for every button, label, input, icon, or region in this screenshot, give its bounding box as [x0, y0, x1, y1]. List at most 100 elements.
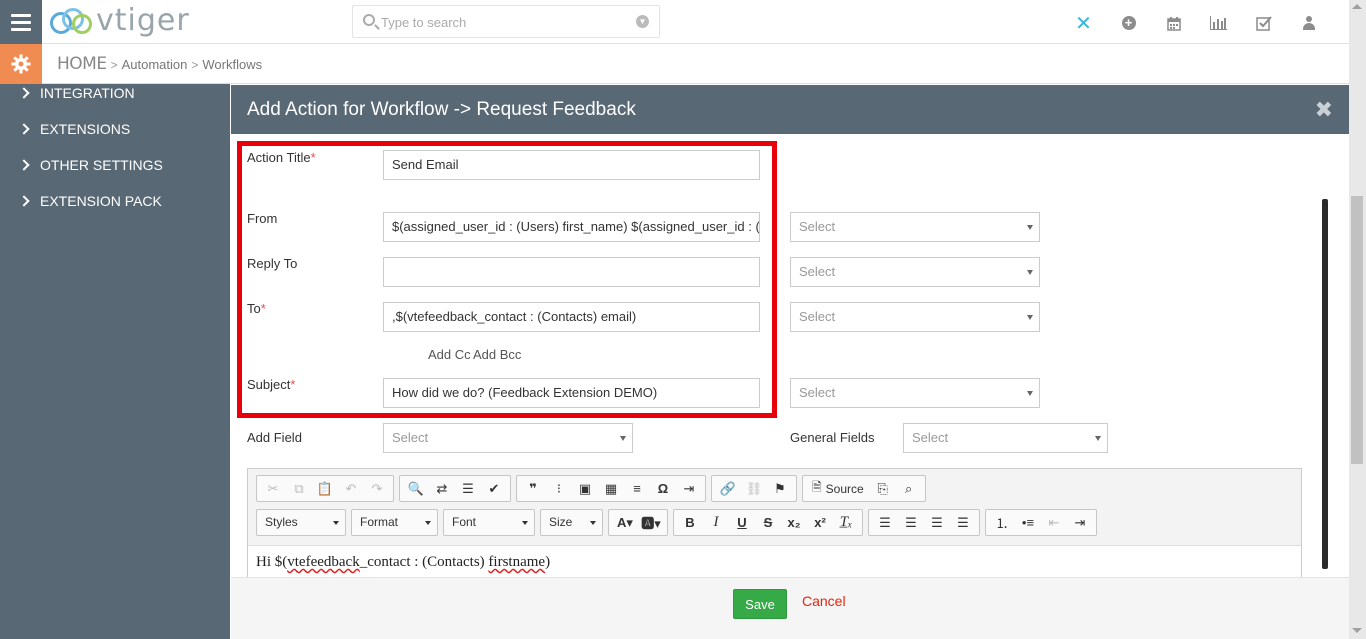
from-label: From — [247, 211, 278, 226]
settings-sidebar: INTEGRATION EXTENSIONS OTHER SETTINGS EX… — [0, 84, 230, 639]
source-button[interactable]: 🗎 Source — [806, 478, 870, 500]
preview-icon[interactable]: ⌕ — [896, 478, 922, 500]
to-input[interactable]: ,$(vtefeedback_contact : (Contacts) emai… — [383, 302, 760, 332]
breadcrumb-automation[interactable]: Automation — [122, 57, 188, 72]
reply-to-field-select[interactable]: Select — [790, 257, 1040, 287]
sidebar-item-extensions[interactable]: EXTENSIONS — [18, 119, 130, 139]
bold-icon[interactable]: B — [677, 512, 703, 534]
strike-icon[interactable]: S — [755, 512, 781, 534]
scroll-down-arrow-icon[interactable] — [1352, 628, 1362, 633]
caret-down-icon — [425, 521, 431, 525]
save-button[interactable]: Save — [733, 589, 787, 619]
link-group: 🔗 ⛓ ⚑ — [711, 475, 797, 502]
tasks-icon[interactable] — [1241, 11, 1286, 35]
background-color-icon[interactable]: 🅰▾ — [638, 512, 664, 534]
vtiger-x-icon[interactable]: ✕ — [1061, 11, 1106, 35]
scroll-up-arrow-icon[interactable] — [1352, 4, 1362, 9]
reports-icon[interactable] — [1196, 11, 1241, 35]
link-icon[interactable]: 🔗 — [715, 478, 741, 500]
editing-group: 🔍 ⇄ ☰ ✔ — [399, 475, 511, 502]
table-icon[interactable]: ▦ — [598, 478, 624, 500]
size-combo[interactable]: Size — [540, 509, 603, 536]
align-left-icon[interactable]: ☰ — [872, 512, 898, 534]
logo-icon — [48, 6, 94, 38]
undo-icon[interactable]: ↶ — [338, 478, 364, 500]
reply-to-input[interactable] — [383, 257, 760, 287]
cancel-link[interactable]: Cancel — [802, 593, 846, 609]
reply-to-label: Reply To — [247, 256, 298, 271]
add-cc-link[interactable]: Add Cc — [428, 347, 471, 362]
spellcheck-icon[interactable]: ✔ — [481, 478, 507, 500]
sidebar-item-extension-pack[interactable]: EXTENSION PACK — [18, 191, 162, 211]
align-right-icon[interactable]: ☰ — [924, 512, 950, 534]
remove-format-icon[interactable]: T̲ₓ — [833, 512, 859, 534]
general-fields-select[interactable]: Select — [903, 423, 1108, 453]
select-all-icon[interactable]: ☰ — [455, 478, 481, 500]
page-scrollbar-thumb[interactable] — [1351, 196, 1363, 464]
templates-icon[interactable]: ⎘ — [870, 478, 896, 500]
editor-toolbar-row-1: ✂ ⧉ 📋 ↶ ↷ 🔍 ⇄ ☰ ✔ ❞ ⁝ ▣ ▦ ≡ Ω ⇥ 🔗 ⛓ ⚑ 🗎 … — [256, 475, 926, 502]
anchor-flag-icon[interactable]: ⚑ — [767, 478, 793, 500]
subscript-icon[interactable]: x₂ — [781, 512, 807, 534]
from-field-select[interactable]: Select — [790, 212, 1040, 242]
menu-icon[interactable] — [0, 0, 42, 44]
clipboard-group: ✂ ⧉ 📋 ↶ ↷ — [256, 475, 394, 502]
horizontal-rule-icon[interactable]: ≡ — [624, 478, 650, 500]
creatediv-icon[interactable]: ⁝ — [546, 478, 572, 500]
page-break-icon[interactable]: ⇥ — [676, 478, 702, 500]
sidebar-item-other-settings[interactable]: OTHER SETTINGS — [18, 155, 163, 175]
user-icon[interactable] — [1286, 11, 1331, 35]
from-input[interactable]: $(assigned_user_id : (Users) first_name)… — [383, 212, 760, 242]
add-action-modal: Add Action for Workflow -> Request Feedb… — [231, 85, 1349, 639]
caret-down-icon — [522, 521, 528, 525]
format-combo[interactable]: Format — [351, 509, 438, 536]
indent-icon[interactable]: ⇥ — [1067, 512, 1093, 534]
quick-create-icon[interactable]: + — [1106, 11, 1151, 35]
outdent-icon[interactable]: ⇤ — [1041, 512, 1067, 534]
special-char-icon[interactable]: Ω — [650, 478, 676, 500]
editor-content-area[interactable]: Hi $(vtefeedback_contact : (Contacts) fi… — [248, 545, 1301, 577]
search-input[interactable] — [381, 12, 631, 32]
sidebar-item-label: OTHER SETTINGS — [40, 157, 163, 173]
align-center-icon[interactable]: ☰ — [898, 512, 924, 534]
add-bcc-link[interactable]: Add Bcc — [473, 347, 521, 362]
cut-icon[interactable]: ✂ — [260, 478, 286, 500]
caret-down-icon — [1027, 225, 1033, 230]
close-icon[interactable]: ✖ — [1315, 97, 1333, 123]
font-combo[interactable]: Font — [443, 509, 535, 536]
sidebar-item-integration[interactable]: INTEGRATION — [18, 83, 135, 103]
subject-input[interactable]: How did we do? (Feedback Extension DEMO) — [383, 378, 760, 408]
paste-icon[interactable]: 📋 — [312, 478, 338, 500]
styles-combo[interactable]: Styles — [256, 509, 346, 536]
underline-icon[interactable]: U — [729, 512, 755, 534]
modal-scrollbar-thumb[interactable] — [1322, 199, 1328, 569]
italic-icon[interactable]: I — [703, 512, 729, 534]
search-options-icon[interactable]: ▼ — [636, 15, 649, 28]
action-title-input[interactable]: Send Email — [383, 150, 760, 180]
blockquote-icon[interactable]: ❞ — [520, 478, 546, 500]
bulleted-list-icon[interactable]: •≡ — [1015, 512, 1041, 534]
superscript-icon[interactable]: x² — [807, 512, 833, 534]
global-search[interactable]: ▼ — [352, 5, 660, 38]
copy-icon[interactable]: ⧉ — [286, 478, 312, 500]
add-field-select[interactable]: Select — [383, 423, 633, 453]
top-bar: vtiger ▼ ✕ + — [0, 0, 1349, 44]
align-group: ☰ ☰ ☰ ☰ — [868, 509, 980, 536]
unlink-icon[interactable]: ⛓ — [741, 478, 767, 500]
subject-field-select[interactable]: Select — [790, 378, 1040, 408]
chevron-right-icon — [18, 195, 30, 207]
vtiger-logo[interactable]: vtiger — [48, 2, 190, 42]
settings-gear-icon[interactable] — [0, 44, 42, 84]
text-color-icon[interactable]: A▾ — [612, 512, 638, 534]
numbered-list-icon[interactable]: ⒈ — [989, 512, 1015, 534]
replace-icon[interactable]: ⇄ — [429, 478, 455, 500]
caret-down-icon — [620, 436, 626, 441]
calendar-icon[interactable] — [1151, 11, 1196, 35]
breadcrumb-home[interactable]: HOME — [57, 54, 107, 74]
to-field-select[interactable]: Select — [790, 302, 1040, 332]
breadcrumb-workflows[interactable]: Workflows — [202, 57, 262, 72]
redo-icon[interactable]: ↷ — [364, 478, 390, 500]
justify-icon[interactable]: ☰ — [950, 512, 976, 534]
find-icon[interactable]: 🔍 — [403, 478, 429, 500]
image-icon[interactable]: ▣ — [572, 478, 598, 500]
